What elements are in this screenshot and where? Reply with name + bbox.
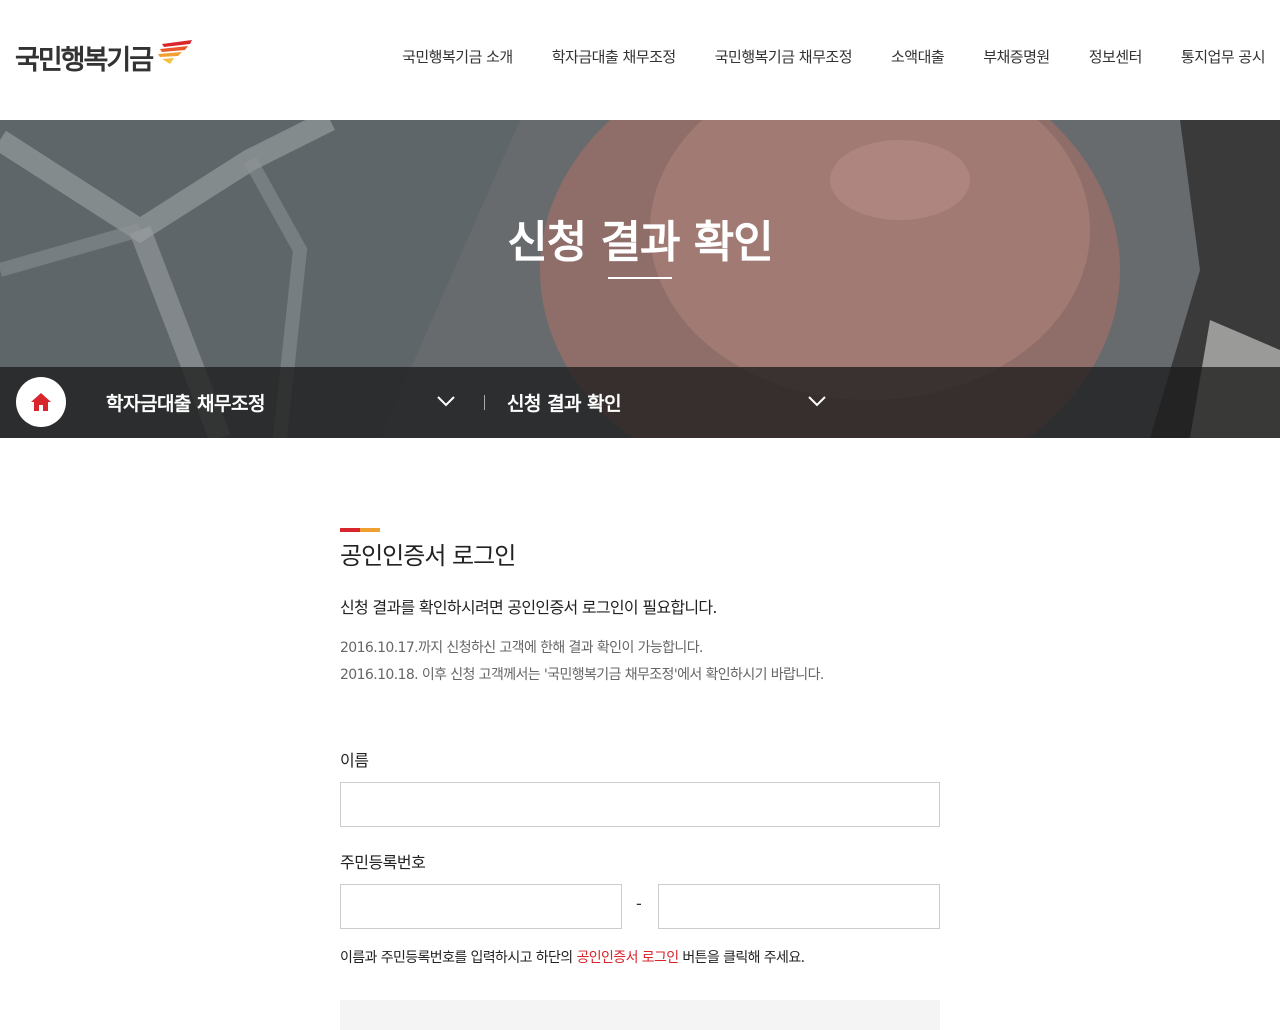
- breadcrumb-level2-label: 신청 결과 확인: [507, 393, 622, 415]
- breadcrumb-dropdown-level2[interactable]: 신청 결과 확인: [507, 367, 827, 438]
- name-label: 이름: [340, 751, 369, 770]
- chevron-down-icon: [808, 396, 826, 407]
- breadcrumb-level1-label: 학자금대출 채무조정: [106, 393, 265, 415]
- breadcrumb-separator: [484, 395, 485, 410]
- title-underline: [608, 277, 672, 279]
- name-input[interactable]: [340, 782, 940, 827]
- help-text-prefix: 이름과 주민등록번호를 입력하시고 하단의: [340, 950, 577, 966]
- site-header: 국민행복기금 국민행복기금 소개 학자금대출 채무조정 국민행복기금 채무조정 …: [0, 0, 1280, 120]
- notice-text-2: 2016.10.18. 이후 신청 고객께서는 '국민행복기금 채무조정'에서 …: [340, 667, 824, 683]
- logo-mark-icon: [158, 39, 193, 64]
- rrn-label: 주민등록번호: [340, 853, 426, 872]
- nav-item-about[interactable]: 국민행복기금 소개: [402, 46, 513, 67]
- home-button[interactable]: [16, 377, 66, 427]
- lead-text: 신청 결과를 확인하시려면 공인인증서 로그인이 필요합니다.: [340, 598, 718, 617]
- nav-item-debt-certificate[interactable]: 부채증명원: [983, 46, 1050, 67]
- page-title: 신청 결과 확인: [507, 217, 774, 268]
- chevron-down-icon: [437, 396, 455, 407]
- nav-item-notice[interactable]: 통지업무 공시: [1181, 46, 1266, 67]
- logo-text: 국민행복기금: [15, 45, 154, 76]
- nav-item-student-loan-adjustment[interactable]: 학자금대출 채무조정: [552, 46, 676, 67]
- nav-item-debt-adjustment[interactable]: 국민행복기금 채무조정: [715, 46, 853, 67]
- breadcrumb: 학자금대출 채무조정 신청 결과 확인: [0, 367, 1280, 438]
- section-title-accent: [340, 528, 380, 532]
- form-help-text: 이름과 주민등록번호를 입력하시고 하단의 공인인증서 로그인 버튼을 클릭해 …: [340, 947, 805, 967]
- hero-banner: 신청 결과 확인 학자금대출 채무조정 신청 결과 확인: [0, 120, 1280, 438]
- nav-item-microloan[interactable]: 소액대출: [891, 46, 945, 67]
- nav-item-info-center[interactable]: 정보센터: [1089, 46, 1143, 67]
- rrn-back-input[interactable]: [658, 884, 940, 929]
- help-text-suffix: 버튼을 클릭해 주세요.: [678, 950, 805, 966]
- button-area: [340, 1000, 940, 1030]
- home-icon: [31, 393, 51, 411]
- breadcrumb-dropdown-level1[interactable]: 학자금대출 채무조정: [106, 367, 456, 438]
- rrn-front-input[interactable]: [340, 884, 622, 929]
- section-title: 공인인증서 로그인: [340, 542, 516, 570]
- site-logo[interactable]: 국민행복기금: [15, 38, 193, 77]
- notice-text-1: 2016.10.17.까지 신청하신 고객에 한해 결과 확인이 가능합니다.: [340, 640, 703, 656]
- rrn-separator: -: [636, 894, 642, 913]
- help-text-highlight: 공인인증서 로그인: [576, 950, 679, 966]
- main-nav: 국민행복기금 소개 학자금대출 채무조정 국민행복기금 채무조정 소액대출 부채…: [402, 46, 1280, 67]
